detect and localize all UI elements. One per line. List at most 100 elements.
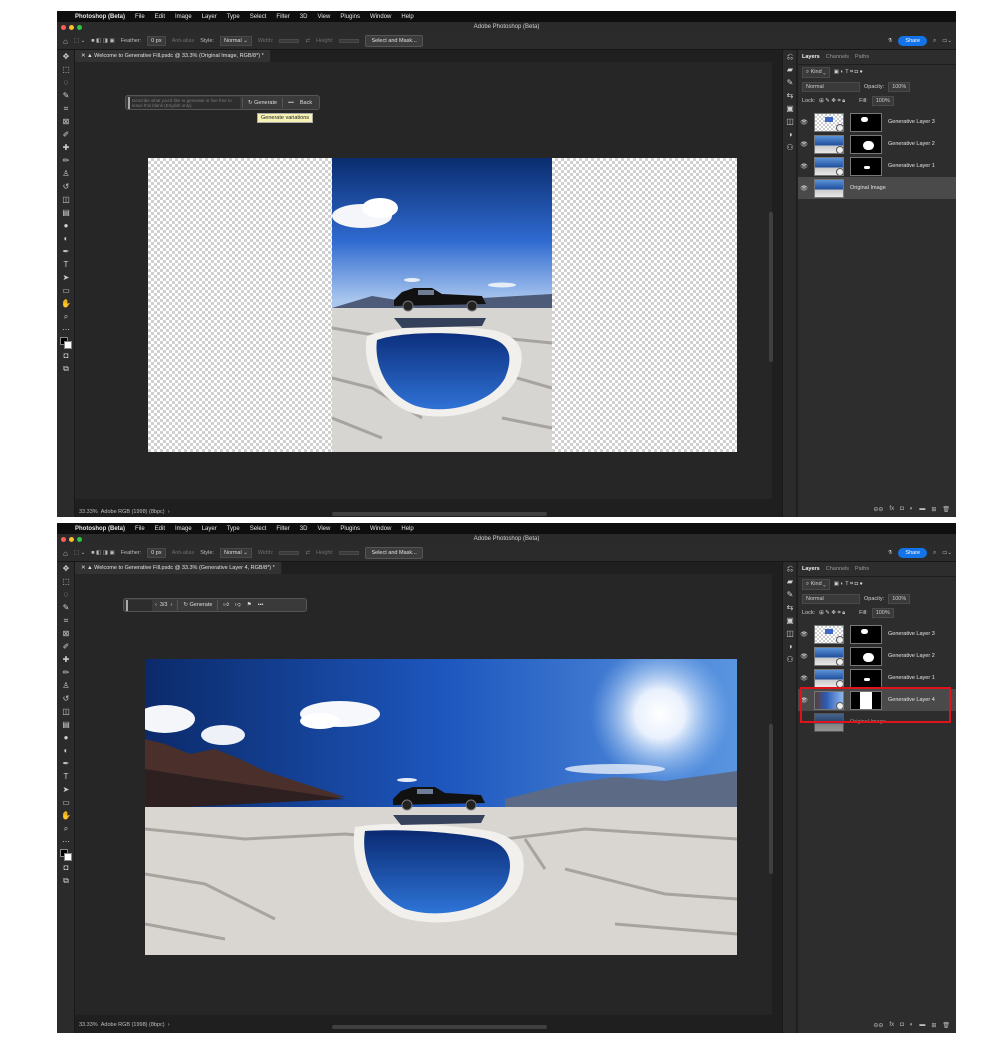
tab-channels[interactable]: Channels: [826, 566, 849, 572]
menu-view[interactable]: View: [317, 526, 330, 532]
menu-file[interactable]: File: [135, 14, 145, 20]
opacity-input[interactable]: 100%: [888, 594, 911, 604]
generate-button[interactable]: ↻ Generate: [245, 100, 280, 106]
feather-input[interactable]: 0 px: [147, 36, 166, 46]
antialias-checkbox-label[interactable]: Anti-alias: [172, 550, 195, 556]
zoom-tool-icon[interactable]: ⌕: [57, 822, 75, 835]
gradient-tool-icon[interactable]: ▤: [57, 718, 75, 731]
blur-tool-icon[interactable]: ●: [57, 731, 75, 744]
history-brush-icon[interactable]: ↺: [57, 692, 75, 705]
path-select-icon[interactable]: ➤: [57, 271, 75, 284]
canvas-area[interactable]: Describe what you'd like to generate or …: [75, 62, 773, 499]
comment-icon[interactable]: ▰: [783, 63, 797, 76]
libraries-icon[interactable]: ▣: [783, 614, 797, 627]
layer-name[interactable]: Generative Layer 3: [888, 631, 935, 637]
path-select-icon[interactable]: ➤: [57, 783, 75, 796]
visibility-eye-icon[interactable]: 👁︎: [798, 119, 810, 126]
eyedropper-tool-icon[interactable]: ✐: [57, 640, 75, 653]
antialias-checkbox-label[interactable]: Anti-alias: [172, 38, 195, 44]
lasso-tool-icon[interactable]: ◌: [57, 76, 75, 89]
lock-icons[interactable]: ⊞ ✎ ✥ ⌗ 🔒︎: [819, 98, 845, 105]
menu-image[interactable]: Image: [175, 526, 192, 532]
menu-3d[interactable]: 3D: [300, 526, 308, 532]
pen-tool-icon[interactable]: ✒: [57, 757, 75, 770]
tab-layers[interactable]: Layers: [802, 566, 820, 572]
home-icon[interactable]: ⌂: [63, 37, 68, 46]
fill-input[interactable]: 100%: [871, 608, 894, 618]
visibility-eye-icon[interactable]: 👁︎: [798, 141, 810, 148]
zoom-level[interactable]: 33.33%: [79, 1022, 98, 1028]
canvas-area[interactable]: ‹ 3/3 › ↻ Generate 👍︎ 👎︎ ⚑ •••: [75, 574, 773, 1015]
move-tool-icon[interactable]: ✥: [57, 562, 75, 575]
adjustment-layer-icon[interactable]: ◐: [910, 1022, 914, 1029]
marquee-tool-icon[interactable]: ⬚: [57, 63, 75, 76]
layer-name[interactable]: Generative Layer 3: [888, 119, 935, 125]
menu-plugins[interactable]: Plugins: [340, 526, 360, 532]
quick-mask-icon[interactable]: ◘: [57, 349, 75, 362]
style-select[interactable]: Normal ⌄: [219, 548, 252, 558]
filter-icons[interactable]: ▣ ◐ T ⌗ ◘ ●: [834, 581, 863, 588]
prompt-input[interactable]: Describe what you'd like to generate or …: [128, 96, 240, 109]
menu-help[interactable]: Help: [401, 526, 413, 532]
menu-filter[interactable]: Filter: [276, 14, 289, 20]
brush-tool-icon[interactable]: ✏: [57, 154, 75, 167]
delete-layer-icon[interactable]: 🗑︎: [942, 1022, 950, 1029]
menu-3d[interactable]: 3D: [300, 14, 308, 20]
visibility-eye-icon[interactable]: 👁︎: [798, 631, 810, 638]
document-tab[interactable]: ✕ ▲ Welcome to Generative Fill.psdc @ 33…: [75, 562, 282, 574]
adjustments-icon[interactable]: ⇆: [783, 601, 797, 614]
visibility-eye-icon[interactable]: 👁︎: [798, 163, 810, 170]
menu-select[interactable]: Select: [250, 14, 267, 20]
workspace-icon[interactable]: ▭⌄: [942, 38, 952, 44]
select-and-mask-button[interactable]: Select and Mask...: [365, 35, 423, 47]
layer-filter-select[interactable]: ⌕ Kind ⌄: [802, 579, 830, 590]
link-icon[interactable]: ⊖⊖: [873, 1022, 883, 1029]
home-icon[interactable]: ⌂: [63, 549, 68, 558]
horizontal-scrollbar[interactable]: [332, 512, 547, 516]
layer-name[interactable]: Generative Layer 2: [888, 141, 935, 147]
selection-mode-icons[interactable]: ■ ◧ ◨ ▣: [91, 38, 115, 44]
lasso-tool-icon[interactable]: ◌: [57, 588, 75, 601]
height-input[interactable]: [339, 39, 360, 43]
opacity-input[interactable]: 100%: [888, 82, 911, 92]
tab-layers[interactable]: Layers: [802, 54, 820, 60]
height-input[interactable]: [339, 551, 360, 555]
crop-tool-icon[interactable]: ⌗: [57, 102, 75, 115]
app-menu[interactable]: Photoshop (Beta): [75, 526, 125, 532]
shape-tool-icon[interactable]: ▭: [57, 796, 75, 809]
flask-icon[interactable]: ⚗: [887, 550, 892, 556]
more-options-button[interactable]: •••: [255, 602, 267, 608]
visibility-eye-icon[interactable]: 👁︎: [798, 185, 810, 192]
swatches-icon[interactable]: ⚇: [783, 653, 797, 666]
healing-tool-icon[interactable]: ✚: [57, 141, 75, 154]
layer-row[interactable]: 👁︎ Generative Layer 2: [798, 645, 956, 667]
more-tools-icon[interactable]: ⋯: [57, 835, 75, 848]
thumbs-up-icon[interactable]: 👍︎: [220, 602, 232, 608]
menu-file[interactable]: File: [135, 526, 145, 532]
layer-name[interactable]: Original Image: [850, 185, 886, 191]
feather-input[interactable]: 0 px: [147, 548, 166, 558]
new-group-icon[interactable]: ▬: [919, 1022, 925, 1029]
filter-icons[interactable]: ▣ ◐ T ⌗ ◘ ●: [834, 69, 863, 76]
layer-row[interactable]: 👁︎ Generative Layer 3: [798, 111, 956, 133]
menu-type[interactable]: Type: [227, 14, 240, 20]
fx-icon[interactable]: fx: [889, 506, 894, 513]
shape-tool-icon[interactable]: ▭: [57, 284, 75, 297]
selection-mode-icons[interactable]: ■ ◧ ◨ ▣: [91, 550, 115, 556]
visibility-eye-icon[interactable]: 👁︎: [798, 653, 810, 660]
layer-row[interactable]: 👁︎ Generative Layer 1: [798, 155, 956, 177]
eraser-tool-icon[interactable]: ◫: [57, 193, 75, 206]
marquee-tool-icon[interactable]: ⬚: [57, 575, 75, 588]
vertical-scrollbar[interactable]: [769, 724, 773, 874]
blur-tool-icon[interactable]: ●: [57, 219, 75, 232]
fill-input[interactable]: 100%: [871, 96, 894, 106]
crop-tool-icon[interactable]: ⌗: [57, 614, 75, 627]
menu-view[interactable]: View: [317, 14, 330, 20]
zoom-level[interactable]: 33.33%: [79, 509, 98, 515]
menu-layer[interactable]: Layer: [202, 526, 217, 532]
quick-select-tool-icon[interactable]: ✎: [57, 601, 75, 614]
hand-tool-icon[interactable]: ✋: [57, 809, 75, 822]
frame-tool-icon[interactable]: ⊠: [57, 627, 75, 640]
layer-row[interactable]: 👁︎ Generative Layer 1: [798, 667, 956, 689]
layer-name[interactable]: Generative Layer 2: [888, 653, 935, 659]
